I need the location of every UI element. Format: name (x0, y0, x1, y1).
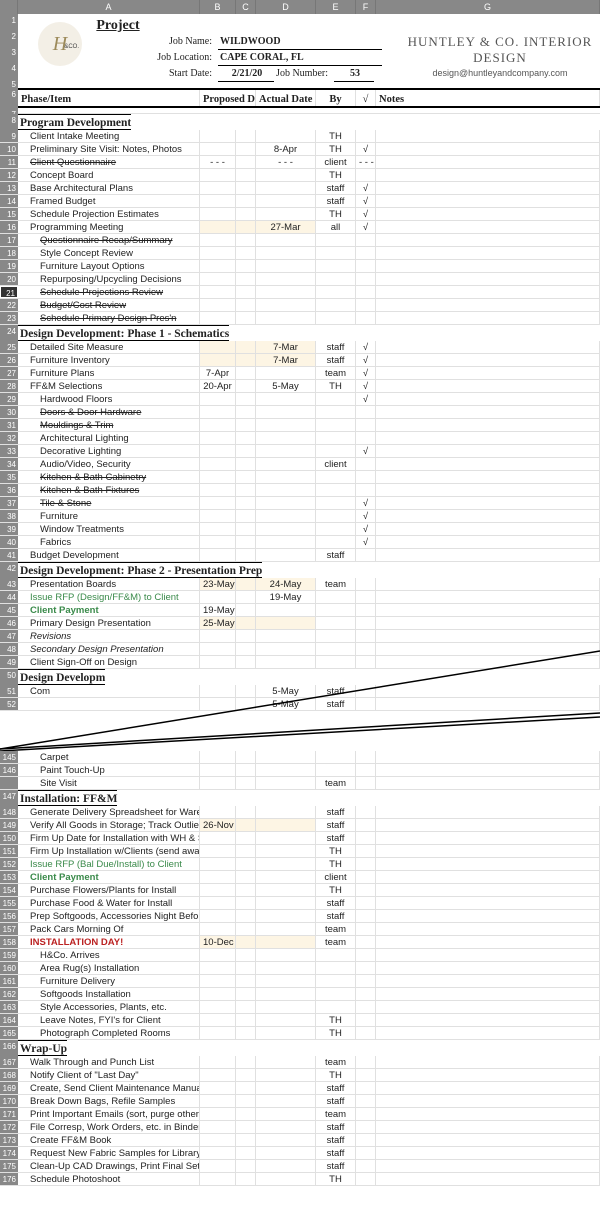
table-row[interactable]: 15Schedule Projection EstimatesTH√ (0, 208, 600, 221)
selectall-corner[interactable] (0, 0, 18, 14)
table-row[interactable]: 165Photograph Completed RoomsTH (0, 1027, 600, 1040)
section-installation: Installation: FF&M (18, 790, 117, 806)
table-row[interactable]: 40Fabrics√ (0, 536, 600, 549)
table-row[interactable]: 31Mouldings & Trim (0, 419, 600, 432)
table-row[interactable]: 175Clean-Up CAD Drawings, Print Final Se… (0, 1160, 600, 1173)
col-f[interactable]: F (356, 0, 376, 14)
table-row[interactable]: 39Window Treatments√ (0, 523, 600, 536)
table-row[interactable]: 45Client Payment19-May (0, 604, 600, 617)
table-row[interactable]: 18Style Concept Review (0, 247, 600, 260)
table-row[interactable]: 32Architectural Lighting (0, 432, 600, 445)
table-row[interactable]: 16Programming Meeting27-Marall√ (0, 221, 600, 234)
col-a[interactable]: A (18, 0, 200, 14)
brand-email: design@huntleyandcompany.com (382, 68, 600, 78)
hdr-phase: Phase/Item (18, 90, 200, 106)
table-row[interactable]: 148Generate Delivery Spreadsheet for War… (0, 806, 600, 819)
table-row[interactable]: 34Audio/Video, Securityclient (0, 458, 600, 471)
table-row[interactable]: 19Furniture Layout Options (0, 260, 600, 273)
table-row[interactable]: 41Budget Developmentstaff (0, 549, 600, 562)
table-row[interactable]: 145Carpet (0, 751, 600, 764)
job-name[interactable]: WILDWOOD (218, 34, 382, 50)
table-row[interactable]: 164Leave Notes, FYI's for ClientTH (0, 1014, 600, 1027)
col-e[interactable]: E (316, 0, 356, 14)
table-row[interactable]: 156Prep Softgoods, Accessories Night Bef… (0, 910, 600, 923)
table-row[interactable]: 29Hardwood Floors√ (0, 393, 600, 406)
table-row[interactable]: 10Preliminary Site Visit: Notes, Photos8… (0, 143, 600, 156)
company-logo: H&CO. (38, 22, 82, 66)
section-dd1: Design Development: Phase 1 - Schematics (18, 325, 229, 341)
table-row[interactable]: 25Detailed Site Measure7-Marstaff√ (0, 341, 600, 354)
table-row[interactable]: 172File Corresp, Work Orders, etc. in Bi… (0, 1121, 600, 1134)
hdr-notes: Notes (376, 90, 600, 106)
table-row[interactable]: 159H&Co. Arrives (0, 949, 600, 962)
start-date-label: Start Date: (18, 66, 218, 82)
table-header-row: Phase/Item Proposed Date Actual Date By … (18, 88, 600, 108)
table-row[interactable]: 14Framed Budgetstaff√ (0, 195, 600, 208)
table-row[interactable]: 153Client Paymentclient (0, 871, 600, 884)
table-row[interactable]: 30Doors & Door Hardware (0, 406, 600, 419)
table-row[interactable]: 160Area Rug(s) Installation (0, 962, 600, 975)
table-row[interactable]: 150Firm Up Date for Installation with WH… (0, 832, 600, 845)
table-row[interactable]: 20Repurposing/Upcycling Decisions (0, 273, 600, 286)
start-date[interactable]: 2/21/20 (218, 66, 274, 82)
job-num-label: Job Number: (274, 66, 334, 82)
table-row[interactable]: 11Client Questionnaire- - -- - -client- … (0, 156, 600, 169)
hdr-check: √ (356, 90, 376, 106)
table-row[interactable]: 23Schedule Primary Design Pres'n (0, 312, 600, 325)
table-row[interactable]: 46Primary Design Presentation25-May (0, 617, 600, 630)
table-row[interactable]: 171Print Important Emails (sort, purge o… (0, 1108, 600, 1121)
hdr-by: By (316, 90, 356, 106)
project-header: H&CO. Project Job Name: Job Location: St… (18, 14, 600, 88)
table-row[interactable]: 44Issue RFP (Design/FF&M) to Client19-Ma… (0, 591, 600, 604)
table-row[interactable]: 17Questionnaire Recap/Summary (0, 234, 600, 247)
table-row[interactable]: 146Paint Touch-Up (0, 764, 600, 777)
col-d[interactable]: D (256, 0, 316, 14)
table-row[interactable]: 26Furniture Inventory7-Marstaff√ (0, 354, 600, 367)
section-dd2: Design Development: Phase 2 - Presentati… (18, 562, 262, 578)
table-row[interactable]: 33Decorative Lighting√ (0, 445, 600, 458)
job-loc[interactable]: CAPE CORAL, FL (218, 50, 382, 66)
brand-name: HUNTLEY & CO. INTERIOR DESIGN (382, 34, 600, 66)
table-row[interactable]: 22Budget/Cost Review (0, 299, 600, 312)
table-row[interactable]: 174Request New Fabric Samples for Librar… (0, 1147, 600, 1160)
table-row[interactable]: 12Concept BoardTH (0, 169, 600, 182)
col-g[interactable]: G (376, 0, 600, 14)
table-row[interactable]: 173Create FF&M Bookstaff (0, 1134, 600, 1147)
section-program-development: Program Development (18, 114, 131, 130)
column-headers: A B C D E F G (0, 0, 600, 14)
table-row[interactable]: 13Base Architectural Plansstaff√ (0, 182, 600, 195)
job-num[interactable]: 53 (334, 66, 374, 82)
spreadsheet: A B C D E F G 1 2 3 4 5 H&CO. Project Jo… (0, 0, 600, 1186)
table-row[interactable]: 158INSTALLATION DAY!10-Decteam (0, 936, 600, 949)
table-row[interactable]: 162Softgoods Installation (0, 988, 600, 1001)
hdr-proposed: Proposed Date (200, 90, 256, 106)
table-row[interactable]: 157Pack Cars Morning Ofteam (0, 923, 600, 936)
table-row[interactable]: 38Furniture√ (0, 510, 600, 523)
table-row[interactable]: 169Create, Send Client Maintenance Manua… (0, 1082, 600, 1095)
table-row[interactable]: 161Furniture Delivery (0, 975, 600, 988)
col-c[interactable]: C (236, 0, 256, 14)
table-row[interactable]: 152Issue RFP (Bal Due/Install) to Client… (0, 858, 600, 871)
hdr-actual: Actual Date (256, 90, 316, 106)
table-row[interactable]: 43Presentation Boards23-May24-Mayteam (0, 578, 600, 591)
table-row[interactable]: 149Verify All Goods in Storage; Track Ou… (0, 819, 600, 832)
table-row[interactable]: 151Firm Up Installation w/Clients (send … (0, 845, 600, 858)
table-row[interactable]: 37Tile & Stone√ (0, 497, 600, 510)
table-row[interactable]: 170Break Down Bags, Refile Samplesstaff (0, 1095, 600, 1108)
table-row[interactable]: 28FF&M Selections20-Apr5-MayTH√ (0, 380, 600, 393)
table-row[interactable]: 36Kitchen & Bath Fixtures (0, 484, 600, 497)
table-row[interactable]: 154Purchase Flowers/Plants for InstallTH (0, 884, 600, 897)
table-row[interactable]: 155Purchase Food & Water for Installstaf… (0, 897, 600, 910)
table-row[interactable]: 9Client Intake MeetingTH (0, 130, 600, 143)
table-row[interactable]: Site Visitteam (0, 777, 600, 790)
table-row[interactable]: 27Furniture Plans7-Aprteam√ (0, 367, 600, 380)
table-row[interactable]: 176Schedule PhotoshootTH (0, 1173, 600, 1186)
table-row[interactable]: 163Style Accessories, Plants, etc. (0, 1001, 600, 1014)
table-row[interactable]: 21Schedule Projections Review (0, 286, 600, 299)
table-row[interactable]: 35Kitchen & Bath Cabinetry (0, 471, 600, 484)
table-row[interactable]: 167Walk Through and Punch Listteam (0, 1056, 600, 1069)
col-b[interactable]: B (200, 0, 236, 14)
table-row[interactable]: 168Notify Client of "Last Day"TH (0, 1069, 600, 1082)
section-wrapup: Wrap-Up (18, 1040, 67, 1056)
